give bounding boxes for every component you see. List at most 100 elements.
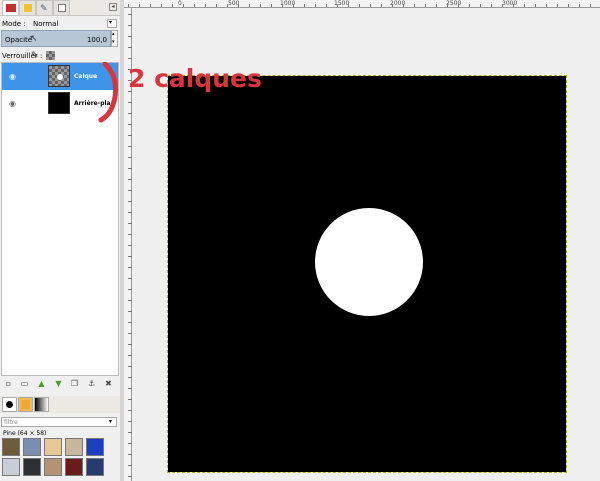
- ruler-tick: [205, 4, 206, 7]
- ruler-tick: [546, 4, 547, 7]
- gradient-icon: [35, 398, 36, 399]
- ruler-tick: [128, 267, 132, 268]
- ruler-tick: [293, 4, 294, 7]
- pattern-swatch[interactable]: [86, 458, 104, 476]
- ruler-tick: [128, 289, 132, 290]
- ruler-tick: [513, 4, 514, 7]
- ruler-tick: [150, 4, 151, 7]
- anchor-layer-icon[interactable]: ⚓: [87, 379, 96, 388]
- pattern-swatch[interactable]: [23, 458, 41, 476]
- ruler-tick: [128, 432, 132, 433]
- ruler-tick: [469, 4, 470, 7]
- ruler-tick: [128, 102, 132, 103]
- ruler-label: 0: [178, 0, 182, 7]
- lock-pixels-brush-icon[interactable]: ✎: [31, 51, 39, 61]
- tab-menu-button[interactable]: ◂: [109, 3, 117, 11]
- ruler-tick: [128, 234, 132, 235]
- brush-icon: [6, 401, 13, 408]
- pattern-swatch[interactable]: [86, 438, 104, 456]
- ruler-tick: [425, 4, 426, 7]
- layer-thumbnail-circle: [57, 74, 63, 80]
- pattern-swatch[interactable]: [65, 458, 83, 476]
- ruler-tick: [502, 4, 503, 7]
- pattern-swatch[interactable]: [23, 438, 41, 456]
- ruler-tick: [183, 4, 184, 7]
- ruler-tick: [227, 4, 228, 7]
- ruler-tick: [359, 4, 360, 7]
- ruler-tick: [315, 4, 316, 7]
- ruler-tick: [128, 322, 132, 323]
- ruler-tick: [194, 4, 195, 7]
- pattern-swatch[interactable]: [65, 438, 83, 456]
- visibility-eye-icon[interactable]: ◉: [9, 72, 16, 81]
- tab-channels[interactable]: [19, 0, 36, 15]
- paths-icon: ✎: [40, 4, 48, 14]
- white-circle-selection: [315, 208, 423, 316]
- tab-undo-history[interactable]: [53, 0, 70, 15]
- ruler-tick: [128, 47, 132, 48]
- lower-layer-icon[interactable]: ▼: [54, 379, 63, 388]
- ruler-tick: [128, 245, 132, 246]
- tab-brushes[interactable]: [2, 397, 17, 412]
- spin-down-icon: ▾: [112, 39, 115, 45]
- ruler-tick: [128, 410, 132, 411]
- mode-label: Mode :: [2, 20, 26, 28]
- ruler-tick: [414, 4, 415, 7]
- ruler-tick: [260, 4, 261, 7]
- mode-select-value[interactable]: Normal: [33, 20, 58, 28]
- filter-value: filtre: [4, 419, 18, 426]
- horizontal-ruler[interactable]: 0 500 1000 1500 2000 2500 3000: [124, 0, 600, 8]
- ruler-tick: [172, 4, 173, 7]
- filter-select[interactable]: filtre ▾: [1, 417, 117, 427]
- pattern-swatch[interactable]: [44, 458, 62, 476]
- tab-layers[interactable]: [2, 0, 19, 15]
- opacity-value: 100,0: [86, 36, 107, 44]
- lock-alpha-checker-icon[interactable]: [46, 51, 55, 60]
- mode-dropdown-button[interactable]: ▾: [107, 19, 117, 28]
- ruler-tick: [128, 476, 132, 477]
- ruler-tick: [491, 4, 492, 7]
- delete-layer-icon[interactable]: ✖: [104, 379, 113, 388]
- raise-layer-icon[interactable]: ▲: [37, 379, 46, 388]
- ruler-tick: [128, 25, 132, 26]
- layer-name[interactable]: Calque: [74, 73, 97, 80]
- tab-paths[interactable]: ✎: [36, 0, 53, 15]
- ruler-tick: [128, 300, 132, 301]
- ruler-tick: [128, 344, 132, 345]
- opacity-slider[interactable]: Opacité ↖ 100,0: [1, 30, 111, 47]
- pattern-swatch[interactable]: [2, 458, 20, 476]
- tab-gradients[interactable]: [34, 397, 49, 412]
- ruler-tick: [535, 4, 536, 7]
- ruler-tick: [337, 4, 338, 7]
- image-canvas[interactable]: [167, 75, 567, 473]
- ruler-tick: [128, 168, 132, 169]
- spin-up-icon: ▴: [112, 31, 115, 37]
- opacity-spin-button[interactable]: ▴ ▾: [111, 30, 118, 47]
- annotation-brace: [98, 62, 118, 123]
- pattern-swatch[interactable]: [2, 438, 20, 456]
- ruler-tick: [128, 212, 132, 213]
- tab-patterns[interactable]: [18, 397, 33, 412]
- ruler-tick: [128, 124, 132, 125]
- ruler-tick: [403, 4, 404, 7]
- pattern-swatch[interactable]: [44, 438, 62, 456]
- ruler-tick: [480, 4, 481, 7]
- ruler-tick: [128, 355, 132, 356]
- ruler-tick: [128, 421, 132, 422]
- visibility-eye-icon[interactable]: ◉: [9, 99, 16, 108]
- ruler-tick: [557, 4, 558, 7]
- annotation-text: 2 calques: [128, 64, 262, 93]
- cursor-arrow-icon: ↖: [30, 34, 38, 44]
- duplicate-layer-icon[interactable]: ❐: [70, 379, 79, 388]
- dock-tab-bar: ✎ ◂: [0, 0, 120, 16]
- ruler-tick: [128, 135, 132, 136]
- ruler-tick: [568, 4, 569, 7]
- ruler-tick: [524, 4, 525, 7]
- new-group-icon[interactable]: ▭: [20, 379, 29, 388]
- new-layer-icon[interactable]: ▫: [4, 379, 13, 388]
- ruler-tick: [128, 223, 132, 224]
- ruler-tick: [128, 179, 132, 180]
- ruler-tick: [161, 4, 162, 7]
- ruler-tick: [128, 36, 132, 37]
- pattern-name-label: Pine (64 × 58): [3, 430, 47, 437]
